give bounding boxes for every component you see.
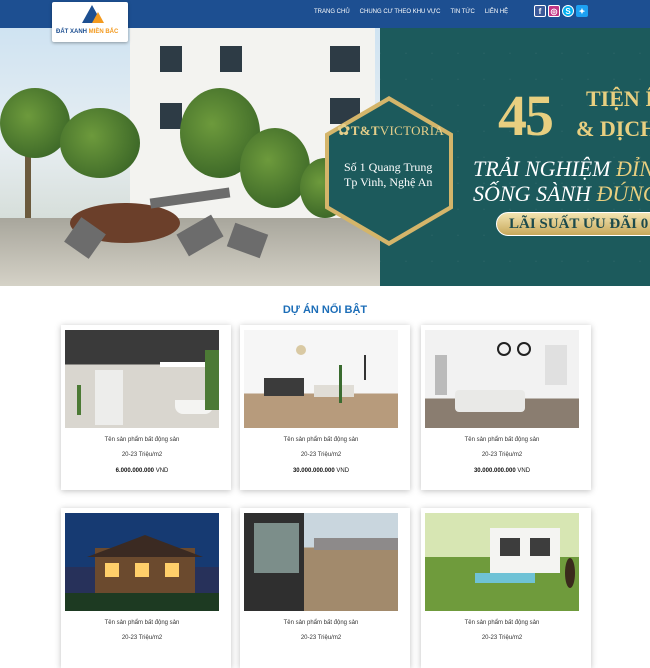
headline-1: TRẢI NGHIỆM ĐỈNH [473, 156, 650, 181]
product-card[interactable]: Tên sản phẩm bất động sản 20-23 Triệu/m2 [240, 508, 410, 668]
instagram-icon[interactable]: ◎ [548, 5, 560, 17]
product-area-price: 20-23 Triệu/m2 [481, 635, 523, 641]
project-address: Số 1 Quang Trung Tp Vinh, Nghệ An [344, 160, 433, 189]
product-image[interactable] [244, 330, 398, 428]
product-image[interactable] [65, 513, 219, 611]
loan-offer-badge: LÃI SUẤT ƯU ĐÃI 0 [496, 212, 650, 236]
product-area-price: 20-23 Triệu/m2 [121, 452, 163, 458]
product-area-price: 20-23 Triệu/m2 [121, 635, 163, 641]
amenities-number: 45 [498, 83, 554, 148]
product-name[interactable]: Tên sản phẩm bất động sản [421, 437, 583, 443]
product-price: 30.000.000.000 VND [292, 468, 350, 474]
product-price: 6.000.000.000 VND [115, 468, 169, 474]
product-name[interactable]: Tên sản phẩm bất động sản [61, 620, 223, 626]
logo-text-accent: MIỀN BẮC [88, 29, 119, 35]
product-card[interactable]: Tên sản phẩm bất động sản 20-23 Triệu/m2 [421, 508, 591, 668]
product-card[interactable]: Tên sản phẩm bất động sản 20-23 Triệu/m2 [61, 508, 231, 668]
product-image[interactable] [65, 330, 219, 428]
main-nav: TRANG CHỦ CHUNG CƯ THEO KHU VỰC TIN TỨC … [314, 9, 508, 15]
product-image[interactable] [425, 513, 579, 611]
product-card[interactable]: Tên sản phẩm bất động sản 20-23 Triệu/m2… [421, 325, 591, 490]
product-area-price: 20-23 Triệu/m2 [300, 452, 342, 458]
product-name[interactable]: Tên sản phẩm bất động sản [421, 620, 583, 626]
nav-home[interactable]: TRANG CHỦ [314, 9, 350, 15]
product-name[interactable]: Tên sản phẩm bất động sản [61, 437, 223, 443]
social-links: f ◎ S ✦ [534, 5, 588, 17]
product-area-price: 20-23 Triệu/m2 [300, 635, 342, 641]
logo-text-main: ĐẤT XANH [56, 29, 87, 35]
facebook-icon[interactable]: f [534, 5, 546, 17]
featured-projects-title: DỰ ÁN NỔI BẬT [282, 304, 368, 316]
twitter-icon[interactable]: ✦ [576, 5, 588, 17]
skype-icon[interactable]: S [562, 5, 574, 17]
product-area-price: 20-23 Triệu/m2 [481, 452, 523, 458]
nav-apartments-by-area[interactable]: CHUNG CƯ THEO KHU VỰC [360, 9, 441, 15]
product-card[interactable]: Tên sản phẩm bất động sản 20-23 Triệu/m2… [61, 325, 231, 490]
headline-2: SỐNG SÀNH ĐÚNG [473, 181, 650, 206]
nav-news[interactable]: TIN TỨC [450, 9, 474, 15]
amenities-label: TIỆN Í [586, 86, 650, 111]
project-brand: ✿T&TVICTORIA [337, 122, 445, 139]
product-image[interactable] [244, 513, 398, 611]
product-image[interactable] [425, 330, 579, 428]
product-price: 30.000.000.000 VND [473, 468, 531, 474]
nav-contact[interactable]: LIÊN HỆ [485, 9, 508, 15]
product-name[interactable]: Tên sản phẩm bất động sản [240, 437, 402, 443]
product-card[interactable]: Tên sản phẩm bất động sản 20-23 Triệu/m2… [240, 325, 410, 490]
site-logo[interactable]: ĐẤT XANH MIỀN BẮC [52, 2, 128, 42]
product-name[interactable]: Tên sản phẩm bất động sản [240, 620, 402, 626]
hero-banner[interactable]: ✿T&TVICTORIA Số 1 Quang Trung Tp Vinh, N… [0, 28, 650, 286]
services-label: & DỊCH [576, 116, 650, 141]
